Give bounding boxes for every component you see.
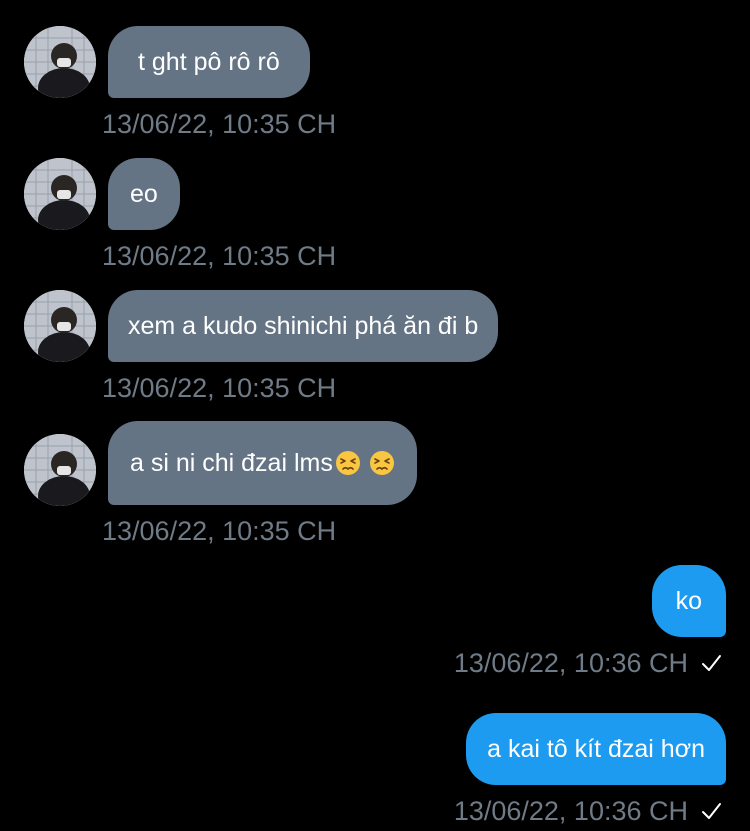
message-timestamp-row: 13/06/22, 10:36 CH — [454, 647, 722, 679]
avatar-image — [24, 290, 96, 362]
checkmark-icon — [702, 655, 721, 671]
message-timestamp: 13/06/22, 10:35 CH — [102, 109, 337, 139]
message-timestamp: 13/06/22, 10:35 CH — [102, 241, 337, 271]
message-text: a si ni chi đzai lms — [130, 449, 333, 477]
sender-avatar[interactable] — [24, 26, 96, 98]
message-text: eo — [130, 180, 158, 208]
persevering-face-emoji-icon — [369, 451, 394, 475]
message-timestamp: 13/06/22, 10:35 CH — [102, 516, 337, 546]
avatar-image — [24, 158, 96, 230]
persevering-face-emoji-icon — [335, 451, 360, 475]
avatar-image — [24, 26, 96, 98]
message-bubble-outgoing[interactable]: a kai tô kít đzai hơn — [466, 713, 726, 785]
message-text: a kai tô kít đzai hơn — [487, 735, 705, 763]
message-timestamp: 13/06/22, 10:36 CH — [453, 796, 688, 826]
dm-conversation-thread: t ght pô rô rô 13/06/22, 10:35 CH eo 13/… — [0, 0, 750, 831]
message-bubble-incoming[interactable]: xem a kudo shinichi phá ăn đi b — [108, 290, 499, 362]
message-bubble-outgoing[interactable]: ko — [651, 565, 726, 637]
message-bubble-incoming[interactable]: eo — [108, 158, 180, 230]
message-bubble-incoming[interactable]: a si ni chi đzai lms — [108, 421, 417, 505]
sender-avatar[interactable] — [24, 158, 96, 230]
message-timestamp-row: 13/06/22, 10:36 CH — [454, 795, 722, 827]
message-text: ko — [675, 587, 702, 615]
message-text: t ght pô rô rô — [138, 48, 280, 76]
message-timestamp: 13/06/22, 10:36 CH — [453, 648, 688, 678]
avatar-image — [24, 434, 96, 506]
sender-avatar[interactable] — [24, 434, 96, 506]
message-bubble-incoming[interactable]: t ght pô rô rô — [108, 26, 310, 98]
checkmark-icon — [702, 803, 721, 819]
message-timestamp: 13/06/22, 10:35 CH — [102, 373, 337, 403]
message-text: xem a kudo shinichi phá ăn đi b — [128, 312, 479, 340]
sender-avatar[interactable] — [24, 290, 96, 362]
